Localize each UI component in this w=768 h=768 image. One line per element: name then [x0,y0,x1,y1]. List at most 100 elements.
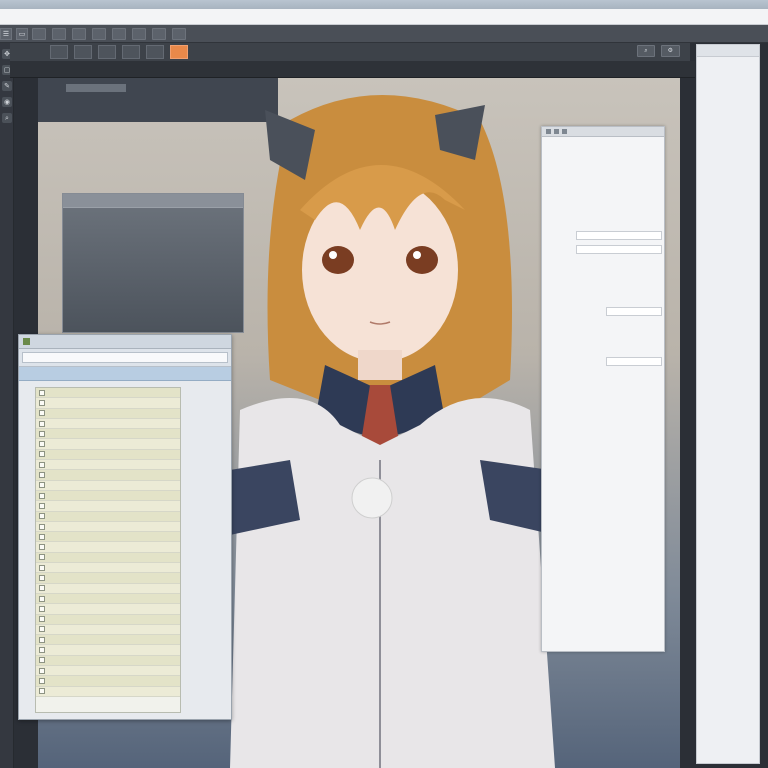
right-panel-header [697,45,759,57]
list-item[interactable] [36,552,180,564]
list-item[interactable] [36,532,180,543]
list-item-checkbox[interactable] [39,554,45,561]
list-item-checkbox[interactable] [39,595,45,602]
right-eye-shape [406,246,438,274]
gear-icon[interactable]: ⚙ [660,45,680,57]
list-item-checkbox[interactable] [39,616,45,623]
list-item-checkbox[interactable] [39,399,45,406]
list-item[interactable] [36,521,180,533]
list-item-checkbox[interactable] [39,667,45,674]
list-item-checkbox[interactable] [39,677,45,684]
left-eye-highlight [329,251,337,259]
list-item-checkbox[interactable] [39,533,45,540]
list-item-checkbox[interactable] [39,430,45,437]
brush-tool-icon[interactable]: ✎ [2,81,12,91]
list-item-checkbox[interactable] [39,636,45,643]
list-item-checkbox[interactable] [39,492,45,499]
list-item[interactable] [36,470,180,481]
list-item-checkbox[interactable] [39,605,45,612]
list-item-checkbox[interactable] [39,461,45,468]
list-item[interactable] [36,676,180,687]
list-item[interactable] [36,408,180,419]
toolbar-button-4[interactable] [92,27,106,40]
list-item-checkbox[interactable] [39,626,45,633]
eye-icon[interactable]: ◉ [2,97,12,107]
tab-1[interactable] [50,45,68,59]
list-item[interactable] [36,666,180,677]
list-item[interactable] [36,635,180,646]
toolbar-button-8[interactable] [172,27,186,40]
toolbar-button-6[interactable] [132,27,146,40]
property-field-2[interactable] [576,245,662,254]
list-item-checkbox[interactable] [39,513,45,520]
tab-2[interactable] [74,45,92,59]
list-item[interactable] [36,511,180,522]
list-item[interactable] [36,501,180,512]
tab-active[interactable] [170,45,188,59]
list-item-checkbox[interactable] [39,574,45,581]
layer-preview-panel[interactable] [62,193,244,333]
list-item[interactable] [36,573,180,584]
tab-4[interactable] [122,45,140,59]
list-item[interactable] [36,624,180,636]
list-item-checkbox[interactable] [39,564,45,571]
tab-5[interactable] [146,45,164,59]
list-item[interactable] [36,449,180,461]
file-list [35,387,181,713]
right-side-panel [696,44,760,764]
zoom-icon[interactable]: ⌕ [2,113,12,123]
list-item-checkbox[interactable] [39,544,45,551]
panel-pin-icon[interactable] [554,129,559,134]
list-item[interactable] [36,604,180,615]
list-item[interactable] [36,686,180,697]
toolbar-button-3[interactable] [72,27,86,40]
list-item[interactable] [36,429,180,440]
menubar [0,9,768,25]
property-field-4[interactable] [606,357,662,366]
toolbar-button-1[interactable] [32,27,46,40]
list-item[interactable] [36,418,180,430]
close-icon[interactable] [562,129,567,134]
list-item-checkbox[interactable] [39,688,45,695]
list-item-checkbox[interactable] [39,420,45,427]
list-item[interactable] [36,583,180,594]
list-item-checkbox[interactable] [39,647,45,654]
list-item-checkbox[interactable] [39,451,45,458]
search-icon[interactable]: ⌕ [637,45,655,57]
list-item[interactable] [36,388,180,399]
list-item[interactable] [36,593,180,605]
folder-icon[interactable]: ▭ [16,27,28,40]
list-item-checkbox[interactable] [39,585,45,592]
list-item-checkbox[interactable] [39,389,45,396]
file-list-address-bar [19,349,231,367]
toolbar-button-7[interactable] [152,27,166,40]
list-item-checkbox[interactable] [39,410,45,417]
layer-preview-header [63,194,243,208]
list-item[interactable] [36,460,180,471]
list-item[interactable] [36,480,180,491]
list-item[interactable] [36,439,180,450]
menu-icon[interactable]: ☰ [0,27,12,40]
list-item[interactable] [36,645,180,656]
list-item-checkbox[interactable] [39,482,45,489]
list-item[interactable] [36,542,180,553]
property-field-3[interactable] [606,307,662,316]
property-field-1[interactable] [576,231,662,240]
list-item-checkbox[interactable] [39,523,45,530]
list-item[interactable] [36,398,180,409]
tab-3[interactable] [98,45,116,59]
document-tab-bar: ⌕ ⚙ [10,43,690,61]
list-item-checkbox[interactable] [39,441,45,448]
list-item[interactable] [36,614,180,625]
list-item[interactable] [36,490,180,502]
address-input[interactable] [22,352,228,363]
list-item-checkbox[interactable] [39,472,45,479]
list-item[interactable] [36,563,180,574]
properties-panel [541,126,665,652]
anime-character-illustration [230,95,555,768]
list-item-checkbox[interactable] [39,502,45,509]
list-item-checkbox[interactable] [39,657,45,664]
list-item[interactable] [36,655,180,667]
toolbar-button-2[interactable] [52,27,66,40]
toolbar-button-5[interactable] [112,27,126,40]
